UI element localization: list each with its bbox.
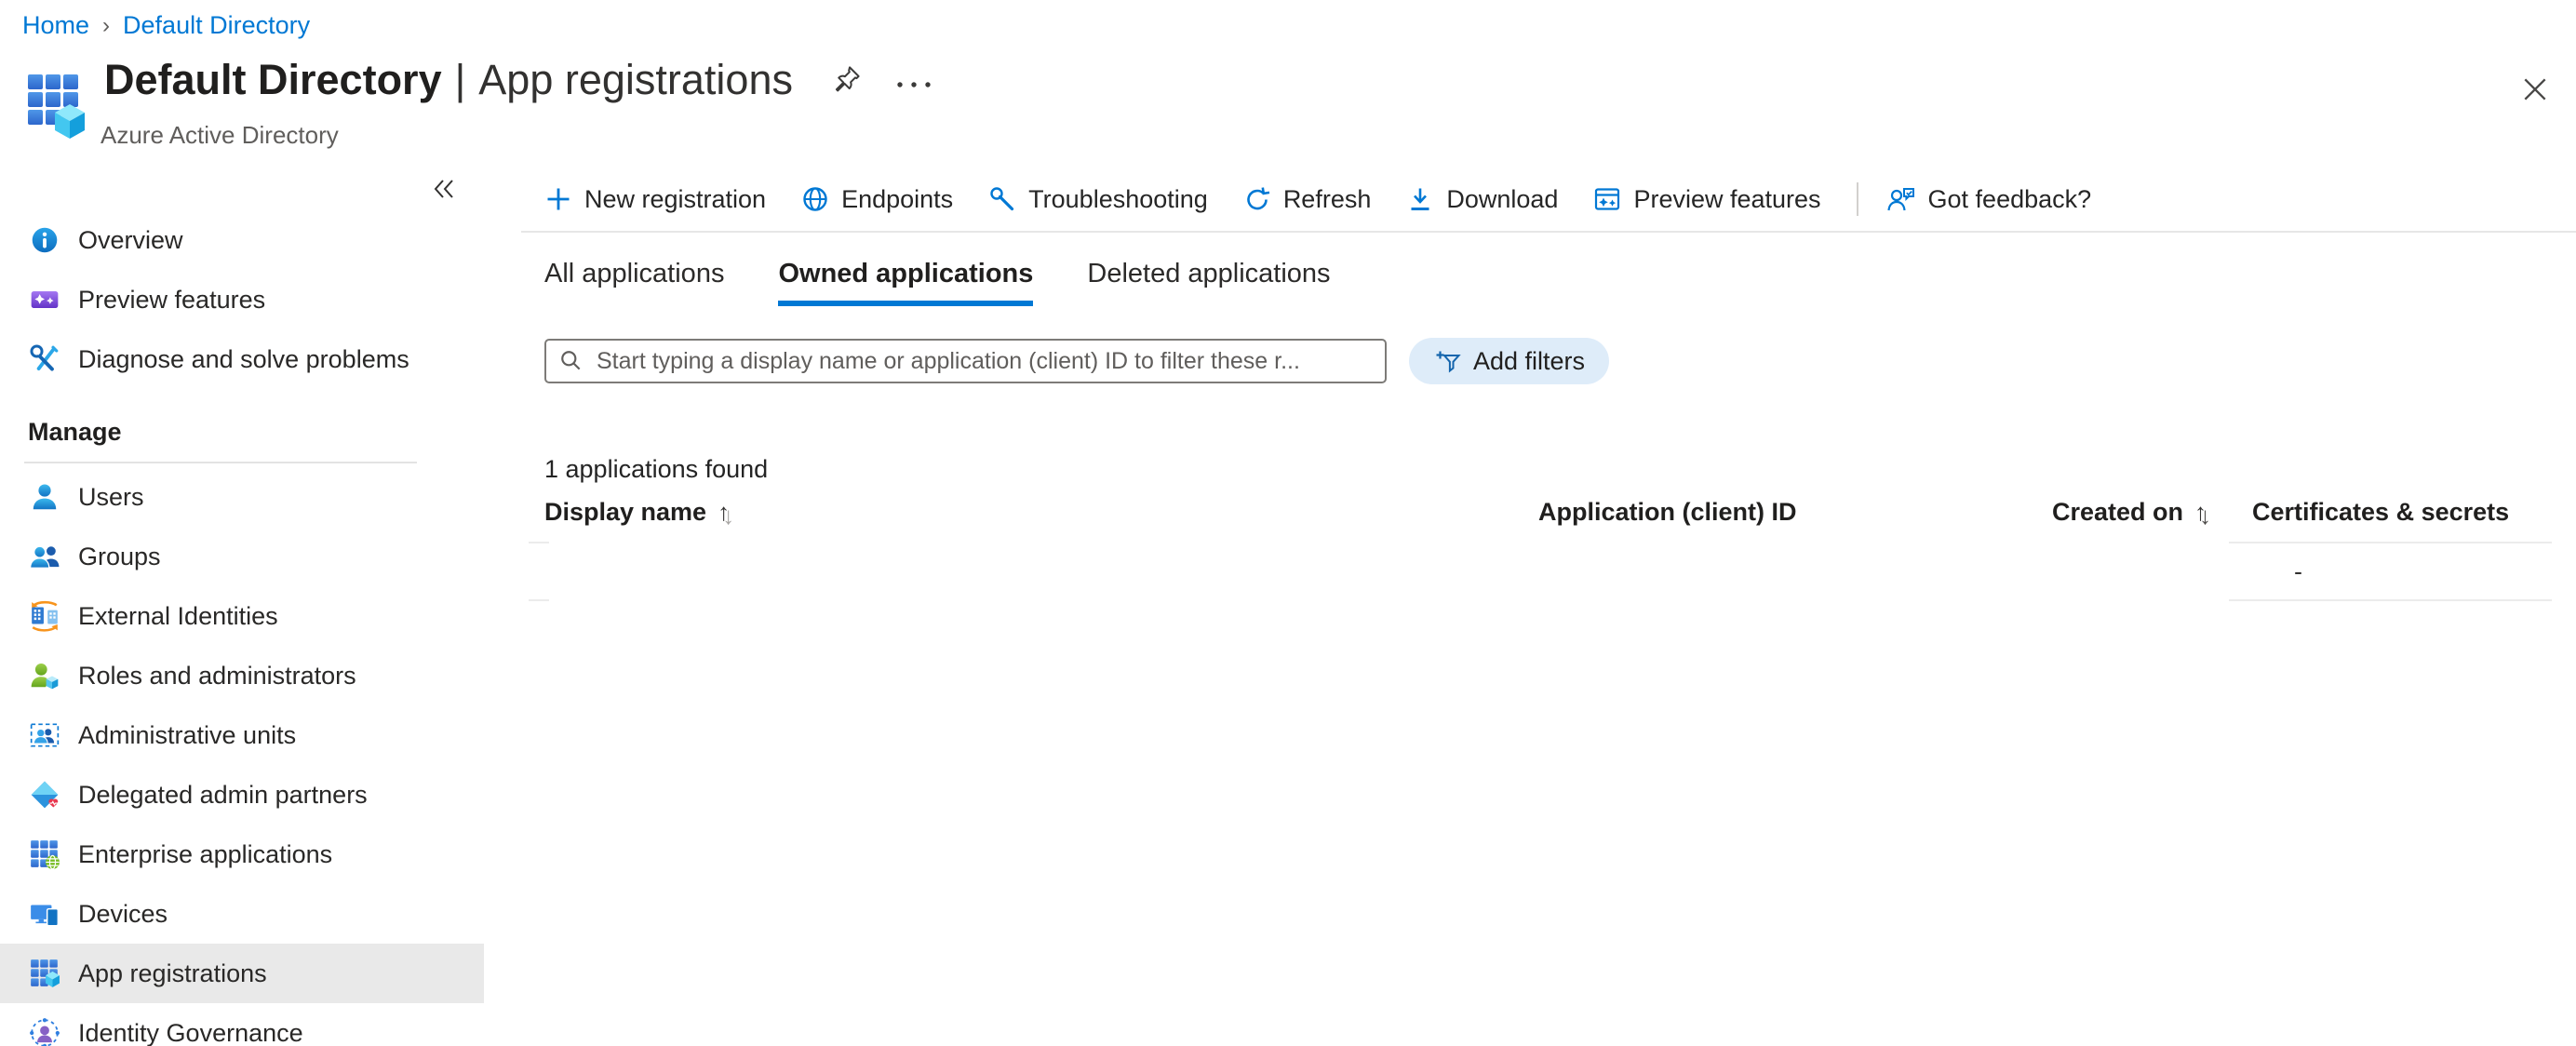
add-filter-icon [1433, 347, 1461, 375]
grid-cube-icon [28, 957, 61, 990]
sidebar-item-label: Devices [78, 900, 168, 929]
refresh-icon [1243, 185, 1271, 213]
sidebar-divider [24, 462, 417, 463]
row-checkbox-cell [529, 542, 549, 601]
download-button[interactable]: Download [1406, 185, 1558, 214]
endpoints-button[interactable]: Endpoints [801, 185, 953, 214]
tab-owned-applications[interactable]: Owned applications [778, 259, 1033, 306]
column-header-certificates-secrets: Certificates & secrets [2252, 498, 2509, 527]
user-icon [28, 480, 61, 514]
page-title-separator: | [455, 56, 466, 104]
page-title-directory: Default Directory [104, 56, 442, 104]
new-registration-button[interactable]: New registration [544, 185, 766, 214]
close-icon[interactable] [2520, 74, 2550, 104]
sidebar-item-identity-governance[interactable]: Identity Governance [0, 1003, 484, 1046]
feedback-person-icon [1886, 185, 1916, 213]
sidebar-item-delegated-admin-partners[interactable]: Delegated admin partners [0, 765, 484, 825]
dashed-box-users-icon [28, 718, 61, 752]
tools-icon [28, 342, 61, 376]
users-group-icon [28, 540, 61, 573]
add-filters-button[interactable]: Add filters [1409, 338, 1609, 384]
sidebar-item-label: External Identities [78, 602, 278, 631]
app-registrations-page: Home › Default Directory Default Directo… [0, 0, 2576, 1046]
sidebar-item-roles-administrators[interactable]: Roles and administrators [0, 646, 484, 705]
azure-ad-grid-cube-icon [26, 73, 86, 149]
sort-icon: ↑↓ [2194, 498, 2211, 527]
search-icon [559, 349, 584, 373]
breadcrumb-home-link[interactable]: Home [22, 11, 89, 40]
column-header-application-client-id[interactable]: Application (client) ID [1538, 498, 1797, 527]
pin-icon[interactable] [830, 64, 862, 96]
sidebar-item-label: Enterprise applications [78, 840, 332, 869]
sidebar-item-label: Delegated admin partners [78, 781, 368, 810]
sidebar-item-diagnose[interactable]: Diagnose and solve problems [0, 329, 484, 389]
results-count: 1 applications found [544, 455, 2576, 484]
sidebar-item-groups[interactable]: Groups [0, 527, 484, 586]
tab-deleted-applications[interactable]: Deleted applications [1087, 259, 1330, 306]
column-header-created-on[interactable]: Created on ↑↓ [2052, 498, 2211, 527]
filter-row: Add filters [544, 338, 2576, 384]
sidebar-item-external-identities[interactable]: External Identities [0, 586, 484, 646]
got-feedback-button[interactable]: Got feedback? [1886, 185, 2092, 214]
preview-window-icon [1593, 185, 1621, 213]
sidebar-item-label: Administrative units [78, 721, 296, 750]
breadcrumb: Home › Default Directory [22, 11, 310, 40]
download-icon [1406, 185, 1434, 213]
refresh-button[interactable]: Refresh [1243, 185, 1372, 214]
page-title-blade: App registrations [478, 56, 793, 104]
row-certificates-cell: - [2229, 542, 2552, 601]
sort-icon: ↑↓ [718, 498, 734, 527]
sidebar-item-label: Identity Governance [78, 1019, 303, 1046]
sidebar-item-label: Roles and administrators [78, 662, 356, 691]
grid-globe-icon [28, 838, 61, 871]
toolbar: New registration Endpoints Troubleshooti… [521, 168, 2576, 233]
sidebar-item-users[interactable]: Users [0, 467, 484, 527]
table-row[interactable]: - [484, 542, 2576, 603]
breadcrumb-directory-link[interactable]: Default Directory [123, 11, 310, 40]
table-header-row: Display name ↑↓ Application (client) ID … [544, 498, 2576, 535]
breadcrumb-separator: › [102, 13, 110, 39]
sidebar-collapse-icon[interactable] [430, 176, 458, 202]
main-content: New registration Endpoints Troubleshooti… [484, 168, 2576, 1046]
sidebar-item-enterprise-applications[interactable]: Enterprise applications [0, 825, 484, 884]
sidebar-item-administrative-units[interactable]: Administrative units [0, 705, 484, 765]
sidebar-item-label: Groups [78, 543, 161, 571]
diamond-heart-icon [28, 778, 61, 811]
search-input[interactable] [595, 347, 1372, 376]
wrench-icon [988, 185, 1016, 213]
sidebar-item-label: Overview [78, 226, 183, 255]
page-title: Default Directory | App registrations [104, 56, 936, 104]
sidebar-item-label: Diagnose and solve problems [78, 345, 409, 374]
sidebar-section-manage: Manage [0, 402, 484, 462]
info-icon [28, 223, 61, 257]
globe-icon [801, 185, 829, 213]
more-options-icon[interactable] [893, 70, 936, 90]
buildings-sync-icon [28, 599, 61, 633]
preview-features-button[interactable]: Preview features [1593, 185, 1820, 214]
sidebar-item-devices[interactable]: Devices [0, 884, 484, 944]
sidebar-item-app-registrations[interactable]: App registrations [0, 944, 484, 1003]
role-person-cube-icon [28, 659, 61, 692]
column-header-display-name[interactable]: Display name ↑↓ [544, 498, 734, 527]
sidebar-item-overview[interactable]: Overview [0, 210, 484, 270]
tab-list: All applications Owned applications Dele… [544, 233, 2576, 306]
sidebar-item-label: Preview features [78, 286, 265, 315]
sidebar-item-label: App registrations [78, 959, 267, 988]
sidebar-item-label: Users [78, 483, 144, 512]
page-subtitle: Azure Active Directory [101, 121, 339, 150]
plus-icon [544, 185, 572, 213]
toolbar-divider [1857, 182, 1858, 216]
sidebar-item-preview-features[interactable]: Preview features [0, 270, 484, 329]
sidebar: Overview Preview features [0, 168, 484, 1046]
sparkles-icon [28, 283, 61, 316]
search-box [544, 339, 1387, 383]
tab-all-applications[interactable]: All applications [544, 259, 724, 306]
devices-icon [28, 897, 61, 931]
troubleshooting-button[interactable]: Troubleshooting [988, 185, 1208, 214]
governance-person-circle-icon [28, 1016, 61, 1046]
